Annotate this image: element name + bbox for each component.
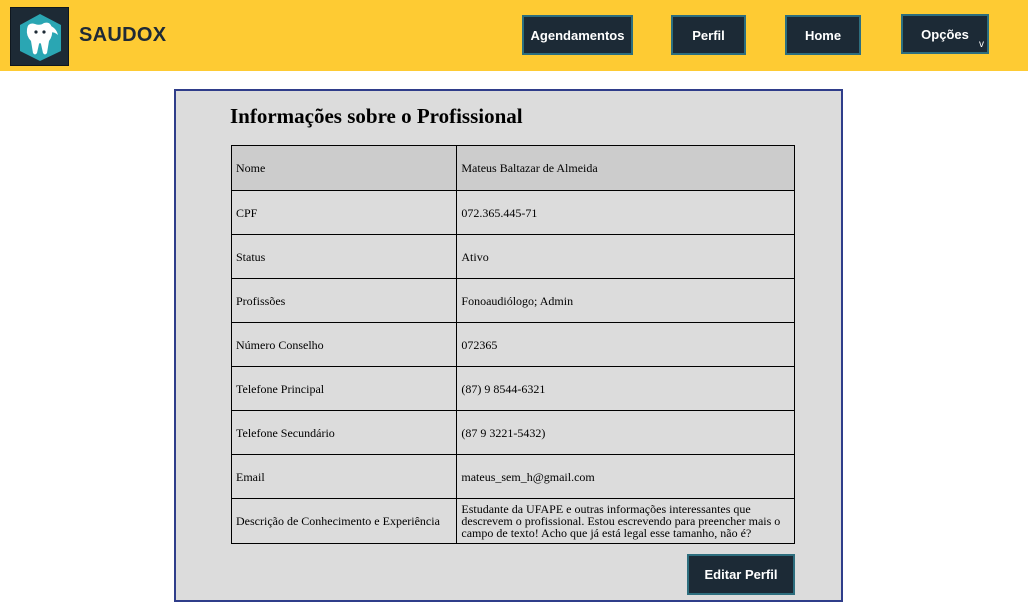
nav-home-button[interactable]: Home (785, 15, 861, 55)
table-row: Telefone Principal (87) 9 8544-6321 (230, 366, 795, 411)
nav-agendamentos-button[interactable]: Agendamentos (522, 15, 633, 55)
brand-name: SAUDOX (79, 24, 167, 46)
chevron-down-icon: v (979, 39, 984, 50)
edit-profile-button[interactable]: Editar Perfil (687, 554, 795, 595)
table-row: Telefone Secundário (87 9 3221-5432) (230, 410, 795, 455)
table-row: Status Ativo (230, 234, 795, 279)
page-title: Informações sobre o Profissional (230, 104, 523, 128)
nav-opcoes-label: Opções (921, 26, 969, 42)
row-value: Estudante da UFAPE e outras informações … (456, 498, 795, 544)
row-label: Telefone Principal (230, 366, 458, 411)
tooth-mascot-icon (19, 13, 61, 61)
row-value: (87) 9 8544-6321 (456, 366, 795, 411)
table-row: Número Conselho 072365 (230, 322, 795, 367)
row-value: Ativo (456, 234, 795, 279)
row-label: Profissões (230, 278, 458, 323)
table-row: Profissões Fonoaudiólogo; Admin (230, 278, 795, 323)
row-label: Número Conselho (230, 322, 458, 367)
nav-perfil-button[interactable]: Perfil (671, 15, 746, 55)
row-label: Email (230, 454, 458, 499)
row-value: Fonoaudiólogo; Admin (456, 278, 795, 323)
nav-opcoes-dropdown[interactable]: Opções v (901, 14, 989, 54)
row-value: 072365 (456, 322, 795, 367)
row-label: Status (230, 234, 458, 279)
nav-agendamentos-label: Agendamentos (530, 27, 625, 43)
row-value: Mateus Baltazar de Almeida (456, 145, 795, 191)
row-label: CPF (230, 190, 458, 235)
top-navbar: SAUDOX Agendamentos Perfil Home Opções v (0, 0, 1028, 71)
row-label: Descrição de Conhecimento e Experiência (230, 498, 458, 544)
table-row: Descrição de Conhecimento e Experiência … (230, 498, 795, 544)
professional-info-table: Nome Mateus Baltazar de Almeida CPF 072.… (230, 145, 795, 544)
row-value: (87 9 3221-5432) (456, 410, 795, 455)
row-label: Nome (230, 145, 458, 191)
table-row: Nome Mateus Baltazar de Almeida (230, 145, 795, 191)
table-row: Email mateus_sem_h@gmail.com (230, 454, 795, 499)
nav-perfil-label: Perfil (692, 27, 725, 43)
row-value: mateus_sem_h@gmail.com (456, 454, 795, 499)
edit-profile-label: Editar Perfil (704, 567, 778, 582)
row-value: 072.365.445-71 (456, 190, 795, 235)
nav-home-label: Home (804, 27, 842, 43)
professional-info-panel: Informações sobre o Profissional Nome Ma… (174, 89, 843, 602)
row-label: Telefone Secundário (230, 410, 458, 455)
table-row: CPF 072.365.445-71 (230, 190, 795, 235)
logo[interactable] (10, 7, 69, 66)
